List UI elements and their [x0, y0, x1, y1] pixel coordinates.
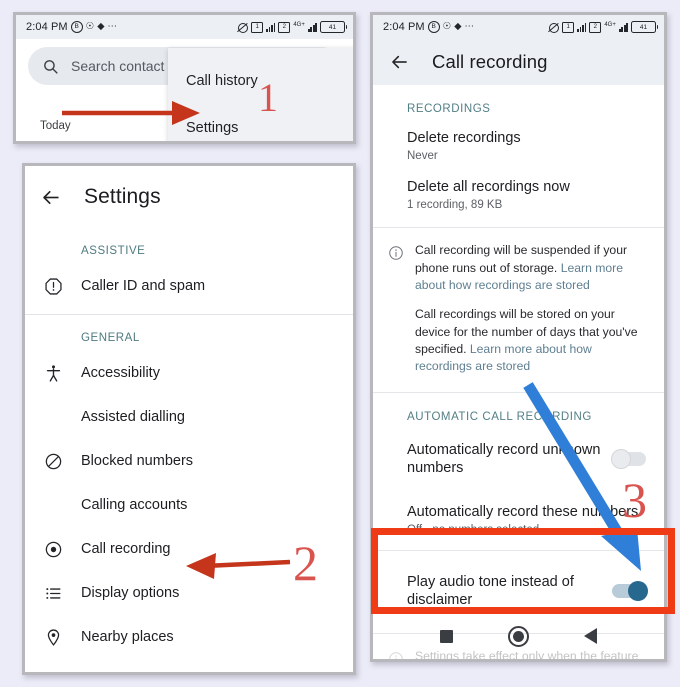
toggle-knob [611, 448, 631, 469]
highlight-box-play-audio-tone [371, 528, 675, 614]
status-bar: 2:04 PM B ☉ ◆ ⋯ 1 2 4G+ 41 [373, 15, 664, 39]
section-header-recordings: RECORDINGS [407, 103, 491, 115]
annotation-step-number-2: 2 [293, 535, 318, 591]
call-recording-app-bar: Call recording [373, 39, 664, 85]
settings-page-title: Settings [84, 185, 161, 208]
status-bar-clock: 2:04 PM [383, 21, 425, 33]
mute-icon [547, 22, 560, 33]
signal-bars-icon [577, 22, 587, 32]
section-header-automatic-call-recording: AUTOMATIC CALL RECORDING [407, 410, 592, 423]
sidebar-item-label: Display options [81, 585, 180, 601]
sidebar-item-label: Blocked numbers [81, 453, 194, 469]
sidebar-item-calling-accounts[interactable]: Calling accounts [25, 483, 353, 527]
list-item-title: Automatically record unknown numbers [407, 441, 601, 476]
sidebar-item-accessibility[interactable]: Accessibility [25, 351, 353, 395]
network-4g-plus-icon: 4G+ [604, 22, 616, 28]
settings-section-header-assistive: ASSISTIVE [81, 245, 146, 257]
back-triangle-icon[interactable] [583, 628, 597, 644]
dialer-screenshot-panel: 2:04 PM B ☉ ◆ ⋯ 1 2 4G+ 41 Search contac… [13, 12, 356, 144]
search-placeholder-text: Search contact [71, 58, 165, 74]
sidebar-item-label: Assisted dialling [81, 409, 185, 425]
storage-info-block: Call recording will be suspended if your… [373, 228, 664, 391]
list-item-title: Delete recordings [407, 130, 521, 146]
info-circle-icon [385, 242, 407, 375]
signal-bars-icon [266, 22, 276, 32]
annotation-step-number-3: 3 [622, 472, 647, 528]
list-item-title: Delete all recordings now [407, 179, 570, 196]
settings-screenshot-panel: Settings ASSISTIVE Caller ID and spam GE… [22, 163, 356, 675]
back-arrow-icon[interactable] [41, 187, 62, 208]
battery-icon: 41 [631, 21, 658, 33]
battery-icon: 41 [320, 21, 347, 33]
whatsapp-icon: ☉ [85, 21, 95, 33]
recents-square-icon[interactable] [440, 629, 454, 643]
list-item-subtitle: 1 recording, 89 KB [407, 199, 503, 212]
list-item-subtitle: Never [407, 150, 438, 163]
sim2-icon: 2 [589, 21, 602, 33]
toggle-auto-record-unknown-numbers[interactable] [611, 448, 646, 469]
status-bar-notification-icons: B ☉ ◆ ⋯ [427, 21, 475, 33]
android-navigation-bar [373, 619, 664, 653]
sim2-icon: 2 [278, 21, 291, 33]
b-circle-icon: B [427, 21, 440, 33]
annotation-step-number-1: 1 [258, 75, 278, 120]
exclamation-octagon-icon [25, 277, 81, 296]
storage-info-paragraph-1: Call recording will be suspended if your… [415, 242, 650, 294]
list-item-delete-all-recordings-now[interactable]: Delete all recordings now 1 recording, 8… [373, 172, 664, 227]
more-dots-icon: ⋯ [464, 21, 475, 33]
signal-bars-icon [307, 22, 317, 32]
sidebar-item-blocked-numbers[interactable]: Blocked numbers [25, 439, 353, 483]
sidebar-item-caller-id-and-spam[interactable]: Caller ID and spam [25, 264, 353, 308]
storage-info-text: Call recording will be suspended if your… [407, 242, 650, 375]
today-section-label: Today [40, 120, 71, 132]
home-circle-icon[interactable] [507, 625, 529, 647]
list-item-text-wrap: Automatically record unknown numbers [407, 441, 607, 477]
message-icon: ◆ [97, 21, 105, 33]
screenshot-stage: 2:04 PM B ☉ ◆ ⋯ 1 2 4G+ 41 Search contac… [0, 0, 680, 687]
status-bar-system-icons: 1 2 4G+ 41 [547, 21, 658, 33]
sidebar-item-label: Accessibility [81, 365, 160, 381]
settings-section-header-general: GENERAL [81, 332, 140, 344]
sidebar-item-label: Nearby places [81, 629, 174, 645]
sidebar-item-label: Call recording [81, 541, 171, 557]
sidebar-item-assisted-dialling[interactable]: Assisted dialling [25, 395, 353, 439]
status-bar-system-icons: 1 2 4G+ 41 [236, 21, 347, 33]
location-pin-icon [25, 628, 81, 647]
storage-info-paragraph-2: Call recordings will be stored on your d… [415, 306, 650, 375]
sim1-icon: 1 [562, 21, 575, 33]
b-circle-icon: B [70, 21, 83, 33]
sim1-icon: 1 [251, 21, 264, 33]
list-item-delete-recordings[interactable]: Delete recordings Never [373, 123, 664, 172]
menu-item-settings[interactable]: Settings [186, 120, 238, 136]
list-item-title: Automatically record these numbers [407, 503, 639, 520]
whatsapp-icon: ☉ [442, 21, 452, 33]
status-bar: 2:04 PM B ☉ ◆ ⋯ 1 2 4G+ 41 [16, 15, 353, 39]
status-bar-clock: 2:04 PM [26, 21, 68, 33]
record-dot-icon [25, 540, 81, 559]
sidebar-item-label: Calling accounts [81, 497, 188, 513]
status-bar-notification-icons: B ☉ ◆ ⋯ [70, 21, 118, 33]
block-icon [25, 452, 81, 471]
mute-icon [236, 22, 249, 33]
list-icon [25, 584, 81, 603]
message-icon: ◆ [454, 21, 462, 33]
sidebar-item-label: Caller ID and spam [81, 278, 206, 294]
menu-item-call-history[interactable]: Call history [186, 73, 258, 89]
signal-bars-icon [618, 22, 628, 32]
page-title: Call recording [432, 51, 548, 72]
back-arrow-icon[interactable] [389, 52, 410, 73]
more-dots-icon: ⋯ [107, 21, 118, 33]
search-icon [44, 59, 58, 74]
list-item-auto-record-unknown-numbers[interactable]: Automatically record unknown numbers [373, 431, 664, 489]
sidebar-item-nearby-places[interactable]: Nearby places [25, 615, 353, 659]
settings-app-bar: Settings [25, 166, 353, 228]
accessibility-icon [25, 364, 81, 383]
network-4g-plus-icon: 4G+ [293, 22, 305, 28]
